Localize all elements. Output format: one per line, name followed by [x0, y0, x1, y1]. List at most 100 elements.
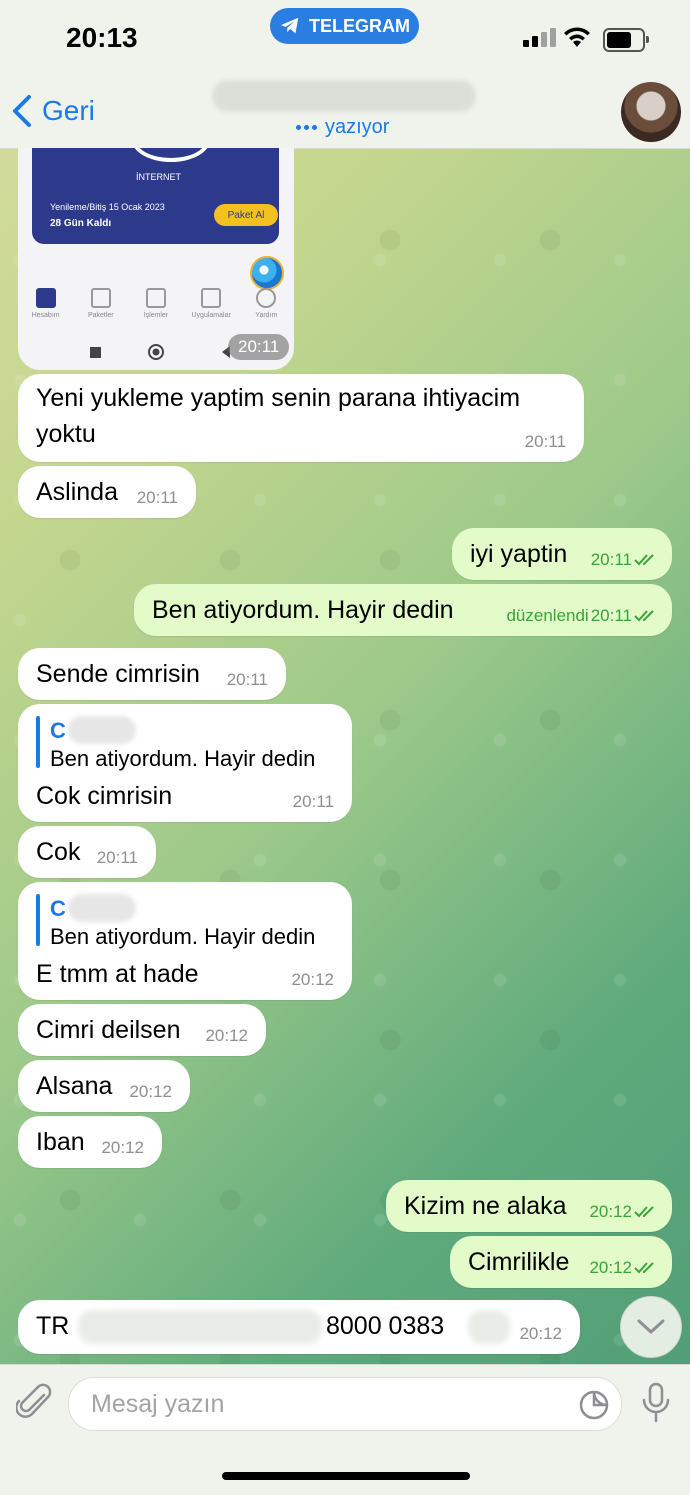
- chevron-down-icon: [637, 1319, 665, 1334]
- message-time: 20:11: [226, 670, 268, 689]
- renewal-date: Yenileme/Bitiş 15 Ocak 2023: [50, 202, 165, 212]
- message-incoming[interactable]: Yeni yukleme yaptim senin parana ihtiyac…: [18, 374, 584, 462]
- message-list[interactable]: İNTERNET Yenileme/Bitiş 15 Ocak 2023 28 …: [0, 148, 690, 1364]
- message-text: Kizim ne alaka: [404, 1192, 567, 1220]
- reply-author-redacted: [68, 716, 136, 744]
- telegram-return-pill[interactable]: TELEGRAM: [270, 8, 419, 44]
- iban-prefix: TR: [36, 1312, 70, 1340]
- reply-quote: Ben atiyordum. Hayir dedin: [50, 746, 316, 771]
- message-text: Iban: [36, 1128, 85, 1156]
- message-incoming[interactable]: Sende cimrisin 20:11: [18, 648, 286, 700]
- message-outgoing[interactable]: Cimrilikle 20:12: [450, 1236, 672, 1288]
- message-text: Cimrilikle: [468, 1248, 570, 1276]
- signal-icon: [523, 28, 556, 47]
- iban-suffix: 8000 0383: [326, 1312, 445, 1340]
- message-incoming[interactable]: Iban 20:12: [18, 1116, 162, 1168]
- grid-icon: [201, 288, 222, 308]
- message-time: 20:12: [291, 970, 334, 989]
- message-incoming-reply[interactable]: C Ben atiyordum. Hayir dedin Cok cimrisi…: [18, 704, 352, 822]
- read-ticks-icon: [634, 1262, 654, 1274]
- attach-icon[interactable]: [16, 1383, 54, 1423]
- typing-indicator: yazıyor: [296, 116, 389, 139]
- list-icon: [145, 288, 166, 308]
- message-text: Sende cimrisin: [36, 660, 200, 688]
- microphone-icon[interactable]: [640, 1382, 672, 1424]
- typing-dots-icon: [296, 125, 317, 130]
- typing-status: yazıyor: [325, 116, 390, 138]
- message-text: Alsana: [36, 1072, 113, 1100]
- chat-header: Geri yazıyor: [0, 76, 690, 149]
- read-ticks-icon: [634, 1206, 654, 1218]
- help-icon: [256, 288, 277, 308]
- chevron-left-icon: [13, 95, 31, 127]
- message-incoming-iban[interactable]: TR 8000 0383 20:12: [18, 1300, 580, 1354]
- reply-author: C: [50, 896, 66, 921]
- iban-redacted: [468, 1310, 510, 1344]
- message-time: 20:12: [205, 1026, 248, 1045]
- reply-author-redacted: [68, 894, 136, 922]
- message-outgoing[interactable]: Ben atiyordum. Hayir dedin düzenlendi 20…: [134, 584, 672, 636]
- days-left: 28 Gün Kaldı: [50, 218, 112, 229]
- service-label: İNTERNET: [136, 172, 181, 182]
- message-incoming[interactable]: Aslinda 20:11: [18, 466, 196, 518]
- message-time: 20:12: [589, 1202, 632, 1221]
- message-incoming-reply[interactable]: C Ben atiyordum. Hayir dedin E tmm at ha…: [18, 882, 352, 1000]
- message-text: iyi yaptin: [470, 540, 568, 568]
- app-tab-bar: Hesabım Paketler İşlemler Uygulamalar Ya…: [18, 288, 294, 338]
- message-time: 20:11: [590, 606, 632, 625]
- reply-quote: Ben atiyordum. Hayir dedin: [50, 924, 316, 949]
- message-time-group: 20:11: [591, 550, 658, 570]
- telegram-plane-icon: [280, 17, 299, 34]
- avatar[interactable]: [621, 82, 681, 142]
- message-text: E tmm at hade: [36, 960, 199, 988]
- back-button[interactable]: Geri: [10, 94, 95, 128]
- tab-hesabim: Hesabım: [21, 288, 71, 338]
- message-time: 20:11: [590, 550, 632, 569]
- message-time: 20:11: [292, 792, 334, 811]
- edited-label: düzenlendi: [506, 606, 589, 625]
- home-icon: [35, 288, 56, 308]
- assistant-orb-icon: [250, 256, 284, 290]
- message-outgoing[interactable]: iyi yaptin 20:11: [452, 528, 672, 580]
- scroll-down-button[interactable]: [620, 1296, 682, 1358]
- contact-name-redacted[interactable]: [212, 80, 476, 112]
- tab-islemler: İşlemler: [131, 288, 181, 338]
- package-button: Paket Al: [214, 204, 278, 226]
- battery-icon: [603, 28, 649, 52]
- message-incoming[interactable]: Cimri deilsen 20:12: [18, 1004, 266, 1056]
- read-ticks-icon: [634, 554, 654, 566]
- message-incoming[interactable]: Cok 20:11: [18, 826, 156, 878]
- message-time-group: düzenlendi 20:11: [506, 606, 658, 626]
- message-outgoing[interactable]: Kizim ne alaka 20:12: [386, 1180, 672, 1232]
- message-text: yoktu: [36, 420, 96, 448]
- message-input-field[interactable]: [68, 1377, 622, 1431]
- message-text: Ben atiyordum. Hayir dedin: [152, 596, 454, 624]
- message-time: 20:12: [129, 1082, 172, 1101]
- message-incoming[interactable]: Alsana 20:12: [18, 1060, 190, 1112]
- message-time: 20:11: [524, 432, 566, 451]
- message-text: Cimri deilsen: [36, 1016, 181, 1044]
- read-ticks-icon: [634, 610, 654, 622]
- copy-icon: [90, 288, 111, 308]
- message-input[interactable]: [89, 1386, 563, 1422]
- status-bar: 20:13 TELEGRAM: [0, 0, 690, 76]
- message-time-group: 20:12: [589, 1202, 658, 1222]
- image-message[interactable]: İNTERNET Yenileme/Bitiş 15 Ocak 2023 28 …: [18, 148, 294, 370]
- reply-bar: [36, 894, 40, 946]
- wifi-icon: [564, 27, 590, 47]
- message-time: 20:11: [136, 488, 178, 507]
- message-text: Yeni yukleme yaptim senin parana ihtiyac…: [36, 384, 521, 412]
- app-pill-label: TELEGRAM: [309, 15, 410, 36]
- message-time: 20:12: [519, 1324, 562, 1343]
- iban-redacted: [78, 1310, 322, 1344]
- tab-uygulamalar: Uygulamalar: [186, 288, 236, 338]
- tab-yardim: Yardım: [241, 288, 291, 338]
- sticker-icon[interactable]: [578, 1389, 610, 1421]
- message-text: Aslinda: [36, 478, 118, 506]
- back-label: Geri: [42, 95, 95, 126]
- reply-bar: [36, 716, 40, 768]
- clock: 20:13: [66, 22, 138, 53]
- internet-package-card: İNTERNET Yenileme/Bitiş 15 Ocak 2023 28 …: [32, 148, 279, 244]
- message-time: 20:11: [228, 334, 290, 360]
- home-indicator[interactable]: [222, 1472, 470, 1480]
